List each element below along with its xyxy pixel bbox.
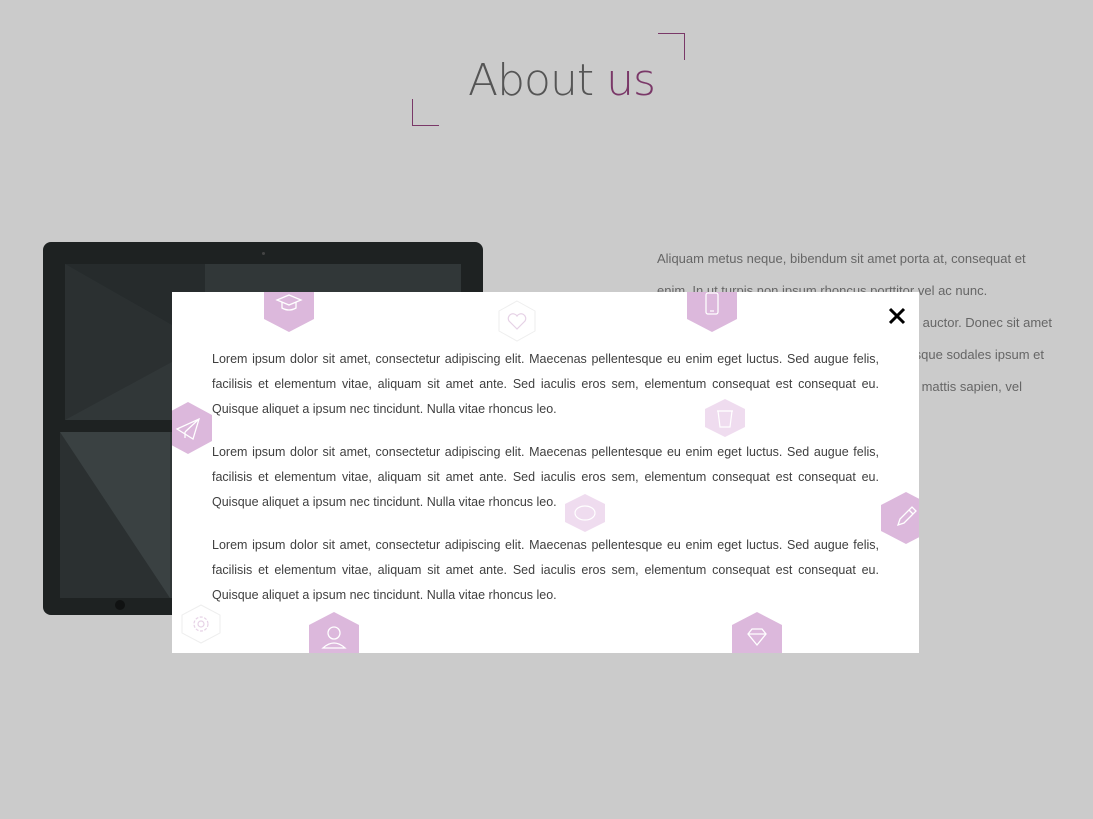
close-button[interactable] [885,304,909,328]
title-main: About [468,55,607,106]
modal-paragraph-2: Lorem ipsum dolor sit amet, consectetur … [212,445,879,509]
title-accent: us [606,55,656,106]
modal-paragraph-3: Lorem ipsum dolor sit amet, consectetur … [212,538,879,602]
modal-paragraph-1: Lorem ipsum dolor sit amet, consectetur … [212,352,879,416]
smartphone-icon [687,292,737,332]
modal-body: Lorem ipsum dolor sit amet, consectetur … [212,347,879,626]
device-home-button [115,600,125,610]
graduation-cap-icon [264,292,314,332]
page-title: About us [468,55,656,108]
section-heading: About us [412,33,685,126]
about-modal: Lorem ipsum dolor sit amet, consectetur … [172,292,919,653]
about-line-1: Aliquam metus neque, bibendum sit amet p… [657,251,1026,266]
heart-icon [498,300,536,342]
pencil-icon [881,492,919,544]
close-icon [888,307,906,325]
title-corner-top-right [658,33,685,60]
device-camera [262,252,265,255]
title-corner-bottom-left [412,99,439,126]
paper-plane-icon [172,402,212,454]
